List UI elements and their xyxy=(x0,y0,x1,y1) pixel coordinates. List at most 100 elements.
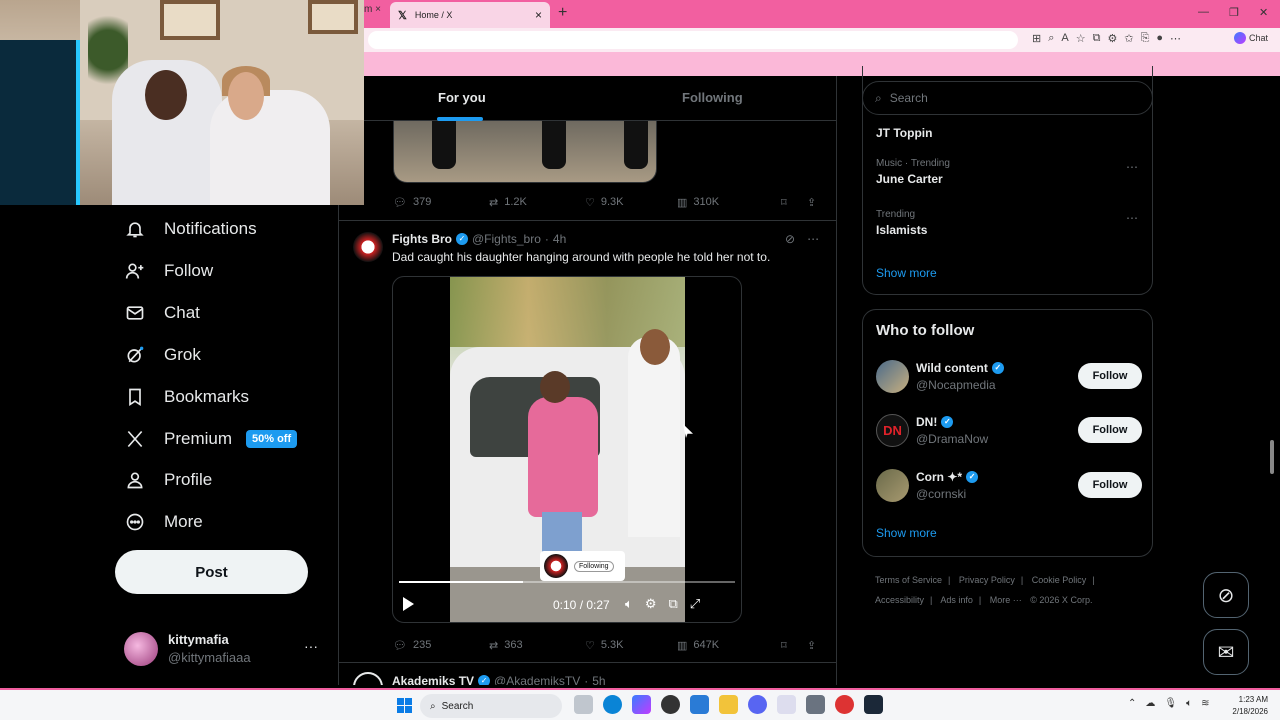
repost-button[interactable]: ⇄ 1.2K xyxy=(489,196,585,209)
sidebar-item-more[interactable]: More xyxy=(124,501,203,543)
like-button[interactable]: ♡ 5.3K xyxy=(585,639,677,652)
trend-item[interactable]: Music · Trending June Carter xyxy=(876,158,950,186)
copilot-chat-button[interactable]: Chat xyxy=(1234,32,1268,44)
zoom-icon[interactable]: ⌕ xyxy=(1048,32,1054,45)
task-view-icon[interactable] xyxy=(574,695,593,714)
address-input[interactable] xyxy=(368,31,1018,49)
new-tab-button[interactable]: + xyxy=(558,4,567,22)
close-window-icon[interactable]: ✕ xyxy=(1259,6,1268,19)
page-scrollbar[interactable] xyxy=(1270,440,1274,474)
wifi-icon[interactable]: ≋ xyxy=(1201,698,1209,709)
collections-icon[interactable]: ⎘ xyxy=(1141,32,1150,45)
account-switcher[interactable]: kittymafia @kittymafiaaa ··· xyxy=(124,630,324,670)
file-explorer-icon[interactable] xyxy=(719,695,738,714)
grok-explain-icon[interactable]: ⊘ xyxy=(785,232,795,246)
sidebar-item-follow[interactable]: Follow xyxy=(124,250,213,292)
reader-icon[interactable]: ⊞ xyxy=(1032,32,1041,45)
sidebar-item-premium[interactable]: Premium 50% off xyxy=(124,418,298,460)
next-tweet-time[interactable]: 5h xyxy=(592,674,605,685)
sidebar-item-chat[interactable]: Chat xyxy=(124,292,200,334)
tweet-more-icon[interactable]: ⋯ xyxy=(807,232,819,246)
app-icon[interactable] xyxy=(661,695,680,714)
fullscreen-icon[interactable]: ⤢ xyxy=(690,596,700,612)
app-icon[interactable] xyxy=(835,695,854,714)
extensions-icon[interactable]: ⚙ xyxy=(1107,32,1117,45)
next-tweet-author-handle[interactable]: @AkademiksTV xyxy=(494,674,580,685)
browser-tab-previous[interactable]: m × xyxy=(364,4,390,28)
follow-suggestion[interactable]: DN DN! ✓ @DramaNow Follow xyxy=(876,414,1142,450)
trend-more-icon[interactable]: ⋯ xyxy=(1126,211,1138,225)
footer-link-more[interactable]: More ··· xyxy=(990,595,1022,605)
favorite-star-icon[interactable]: ☆ xyxy=(1076,32,1086,45)
who-to-follow-show-more-link[interactable]: Show more xyxy=(876,526,937,540)
store-icon[interactable] xyxy=(690,695,709,714)
copilot-app-icon[interactable] xyxy=(632,695,651,714)
tab-for-you[interactable]: For you xyxy=(438,90,486,105)
follow-button[interactable]: Follow xyxy=(1078,417,1142,443)
messages-fab-button[interactable]: ✉ xyxy=(1203,629,1249,675)
previous-tweet-image[interactable] xyxy=(393,121,657,183)
tab-following[interactable]: Following xyxy=(682,90,743,105)
trend-more-icon[interactable]: ⋯ xyxy=(1126,160,1138,174)
video-progress-bar[interactable] xyxy=(399,581,735,583)
volume-icon[interactable]: 🔈︎ xyxy=(625,596,633,612)
browser-tab-active[interactable]: 𝕏 Home / X × xyxy=(390,2,550,28)
minimize-icon[interactable]: — xyxy=(1198,6,1209,18)
grok-fab-button[interactable]: ⊘ xyxy=(1203,572,1249,618)
menu-dots-icon[interactable]: ⋯ xyxy=(1170,32,1181,45)
video-follow-overlay[interactable]: Following xyxy=(540,551,625,581)
volume-icon[interactable]: 🔈︎ xyxy=(1186,698,1192,709)
tweet-video-player[interactable]: Following 0:10 / 0:27 🔈︎ ⚙ ⧉ ⤢ xyxy=(392,276,742,623)
tweet-author-handle[interactable]: @Fights_bro xyxy=(472,232,541,246)
edge-icon[interactable] xyxy=(603,695,622,714)
like-button[interactable]: ♡ 9.3K xyxy=(585,196,677,209)
share-button[interactable]: ⇪ xyxy=(807,196,816,209)
trend-item[interactable]: Trending Islamists xyxy=(876,209,927,237)
play-icon[interactable] xyxy=(403,597,414,611)
footer-link-accessibility[interactable]: Accessibility xyxy=(875,595,924,605)
tweet-author-name[interactable]: Fights Bro xyxy=(392,232,452,246)
profile-icon[interactable]: ● xyxy=(1156,32,1163,45)
mic-icon[interactable]: 🎙︎ xyxy=(1164,698,1177,709)
bookmark-button[interactable]: ⌑ xyxy=(781,196,807,209)
account-more-icon[interactable]: ··· xyxy=(304,638,318,654)
restore-icon[interactable]: ❐ xyxy=(1229,6,1239,19)
footer-link-cookie[interactable]: Cookie Policy xyxy=(1032,575,1087,585)
search-input[interactable]: ⌕ Search xyxy=(862,81,1153,115)
tab-close-icon[interactable]: × xyxy=(535,8,542,22)
steam-icon[interactable] xyxy=(864,695,883,714)
next-tweet-avatar[interactable] xyxy=(353,672,383,685)
trends-show-more-link[interactable]: Show more xyxy=(876,266,937,280)
follow-button[interactable]: Follow xyxy=(1078,363,1142,389)
read-aloud-icon[interactable]: A xyxy=(1061,32,1068,45)
split-screen-icon[interactable]: ⧉ xyxy=(1093,32,1101,45)
footer-link-privacy[interactable]: Privacy Policy xyxy=(959,575,1015,585)
tweet-author-avatar[interactable] xyxy=(353,232,383,262)
taskbar-search[interactable]: ⌕ Search xyxy=(420,694,562,718)
discord-icon[interactable] xyxy=(748,695,767,714)
bookmark-button[interactable]: ⌑ xyxy=(781,639,807,652)
pip-icon[interactable]: ⧉ xyxy=(668,596,677,612)
settings-icon[interactable] xyxy=(806,695,825,714)
next-tweet-author-name[interactable]: Akademiks TV xyxy=(392,674,474,685)
notepad-icon[interactable] xyxy=(777,695,796,714)
share-button[interactable]: ⇪ xyxy=(807,639,816,652)
tweet-time[interactable]: 4h xyxy=(553,232,566,246)
sidebar-item-grok[interactable]: Grok xyxy=(124,334,201,376)
settings-gear-icon[interactable]: ⚙ xyxy=(645,596,657,612)
reply-button[interactable]: 💬︎ 235 xyxy=(393,639,489,652)
footer-link-ads[interactable]: Ads info xyxy=(940,595,973,605)
follow-suggestion[interactable]: Wild content ✓ @Nocapmedia Follow xyxy=(876,360,1142,396)
windows-start-icon[interactable] xyxy=(397,698,412,713)
views-button[interactable]: ▥ 647K xyxy=(677,639,781,652)
favorites-icon[interactable]: ✩ xyxy=(1124,32,1133,45)
sidebar-item-profile[interactable]: Profile xyxy=(124,459,212,501)
views-button[interactable]: ▥ 310K xyxy=(677,196,781,209)
repost-button[interactable]: ⇄ 363 xyxy=(489,639,585,652)
chevron-up-icon[interactable]: ⌃ xyxy=(1128,698,1136,709)
taskbar-clock[interactable]: 1:23 AM 2/18/2026 xyxy=(1224,694,1268,718)
trend-item[interactable]: JT Toppin xyxy=(876,123,932,140)
footer-link-terms[interactable]: Terms of Service xyxy=(875,575,942,585)
reply-button[interactable]: 💬︎ 379 xyxy=(393,196,489,209)
follow-button[interactable]: Follow xyxy=(1078,472,1142,498)
